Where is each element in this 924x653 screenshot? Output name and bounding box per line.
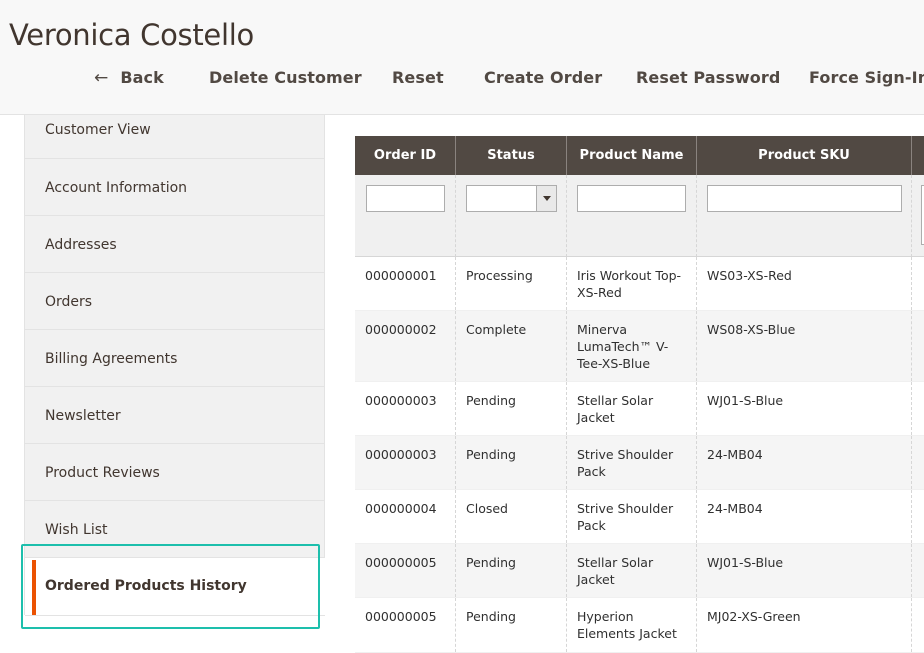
- product-sku-cell: WJ01-S-Blue: [697, 544, 912, 597]
- product-sku-filter-input[interactable]: [707, 185, 902, 212]
- order-id-cell: 000000003: [355, 382, 456, 435]
- create-order-button[interactable]: Create Order: [484, 62, 602, 94]
- tab-label: Orders: [45, 294, 93, 310]
- tab-label: Addresses: [45, 237, 117, 253]
- tab-customer-view[interactable]: Customer View: [25, 115, 325, 159]
- order-id-cell: 000000002: [355, 311, 456, 381]
- customer-tabs-sidebar: Customer View Account Information Addres…: [24, 115, 325, 616]
- product-name-cell: Strive Shoulder Pack: [567, 490, 697, 543]
- status-cell: Processing: [456, 257, 567, 310]
- order-id-cell: 000000003: [355, 436, 456, 489]
- status-cell: Pending: [456, 598, 567, 652]
- status-cell: Complete: [456, 311, 567, 381]
- column-header-product-sku[interactable]: Product SKU: [697, 136, 912, 175]
- product-sku-cell: 24-MB04: [697, 490, 912, 543]
- back-button[interactable]: ← Back: [94, 62, 164, 94]
- product-name-cell: Stellar Solar Jacket: [567, 544, 697, 597]
- tab-wish-list[interactable]: Wish List: [25, 501, 325, 558]
- order-id-cell: 000000004: [355, 490, 456, 543]
- filter-cell: [355, 175, 456, 257]
- chevron-down-icon: [536, 186, 556, 211]
- order-id-cell: 000000005: [355, 544, 456, 597]
- filter-cell: [697, 175, 912, 257]
- tab-label: Billing Agreements: [45, 351, 178, 367]
- tab-addresses[interactable]: Addresses: [25, 216, 325, 273]
- product-name-filter-input[interactable]: [577, 185, 686, 212]
- product-name-cell: Iris Workout Top-XS-Red: [567, 257, 697, 310]
- status-cell: Pending: [456, 544, 567, 597]
- page-header: Veronica Costello ← Back Delete Customer …: [0, 0, 924, 115]
- tab-product-reviews[interactable]: Product Reviews: [25, 444, 325, 501]
- table-row[interactable]: 000000004 Closed Strive Shoulder Pack 24…: [355, 490, 924, 544]
- filter-cell: [912, 175, 924, 257]
- tab-ordered-products-history[interactable]: Ordered Products History: [25, 558, 325, 616]
- tab-label: Newsletter: [45, 408, 121, 424]
- page-title: Veronica Costello: [9, 18, 254, 52]
- reset-button[interactable]: Reset: [392, 62, 444, 94]
- order-id-cell: 000000005: [355, 598, 456, 652]
- order-id-filter-input[interactable]: [366, 185, 445, 212]
- table-row[interactable]: 000000002 Complete Minerva LumaTech™ V-T…: [355, 311, 924, 382]
- product-name-cell: Strive Shoulder Pack: [567, 436, 697, 489]
- tab-account-information[interactable]: Account Information: [25, 159, 325, 216]
- arrow-left-icon: ←: [94, 68, 109, 88]
- column-header-next: [912, 136, 924, 175]
- product-sku-cell: MJ02-XS-Green: [697, 598, 912, 652]
- force-sign-in-button[interactable]: Force Sign-In: [809, 62, 924, 94]
- column-header-status[interactable]: Status: [456, 136, 567, 175]
- tab-label: Account Information: [45, 180, 188, 196]
- status-cell: Pending: [456, 436, 567, 489]
- page-actions: ← Back Delete Customer Reset Create Order…: [0, 62, 924, 94]
- table-row[interactable]: 000000001 Processing Iris Workout Top-XS…: [355, 257, 924, 311]
- tab-newsletter[interactable]: Newsletter: [25, 387, 325, 444]
- table-row[interactable]: 000000005 Pending Stellar Solar Jacket W…: [355, 544, 924, 598]
- filter-cell: [567, 175, 697, 257]
- tab-label: Product Reviews: [45, 465, 160, 481]
- tab-label: Customer View: [45, 122, 151, 138]
- product-sku-cell: WJ01-S-Blue: [697, 382, 912, 435]
- ordered-products-grid: Order ID Status Product Name Product SKU…: [355, 136, 924, 653]
- order-id-cell: 000000001: [355, 257, 456, 310]
- status-filter-select[interactable]: [466, 185, 557, 212]
- table-row[interactable]: 000000003 Pending Strive Shoulder Pack 2…: [355, 436, 924, 490]
- status-cell: Closed: [456, 490, 567, 543]
- product-sku-cell: WS08-XS-Blue: [697, 311, 912, 381]
- tab-orders[interactable]: Orders: [25, 273, 325, 330]
- table-row[interactable]: 000000005 Pending Hyperion Elements Jack…: [355, 598, 924, 653]
- column-header-order-id[interactable]: Order ID: [355, 136, 456, 175]
- back-label: Back: [120, 68, 164, 87]
- product-sku-cell: 24-MB04: [697, 436, 912, 489]
- product-name-cell: Hyperion Elements Jacket: [567, 598, 697, 652]
- tab-label: Wish List: [45, 522, 108, 538]
- status-cell: Pending: [456, 382, 567, 435]
- filter-cell: [456, 175, 567, 257]
- active-tab-indicator: [32, 560, 36, 615]
- product-sku-cell: WS03-XS-Red: [697, 257, 912, 310]
- product-name-cell: Minerva LumaTech™ V-Tee-XS-Blue: [567, 311, 697, 381]
- reset-password-button[interactable]: Reset Password: [636, 62, 780, 94]
- tab-label: Ordered Products History: [45, 578, 247, 594]
- column-header-product-name[interactable]: Product Name: [567, 136, 697, 175]
- tab-billing-agreements[interactable]: Billing Agreements: [25, 330, 325, 387]
- table-row[interactable]: 000000003 Pending Stellar Solar Jacket W…: [355, 382, 924, 436]
- filter-row: [355, 175, 924, 257]
- product-name-cell: Stellar Solar Jacket: [567, 382, 697, 435]
- delete-customer-button[interactable]: Delete Customer: [209, 62, 362, 94]
